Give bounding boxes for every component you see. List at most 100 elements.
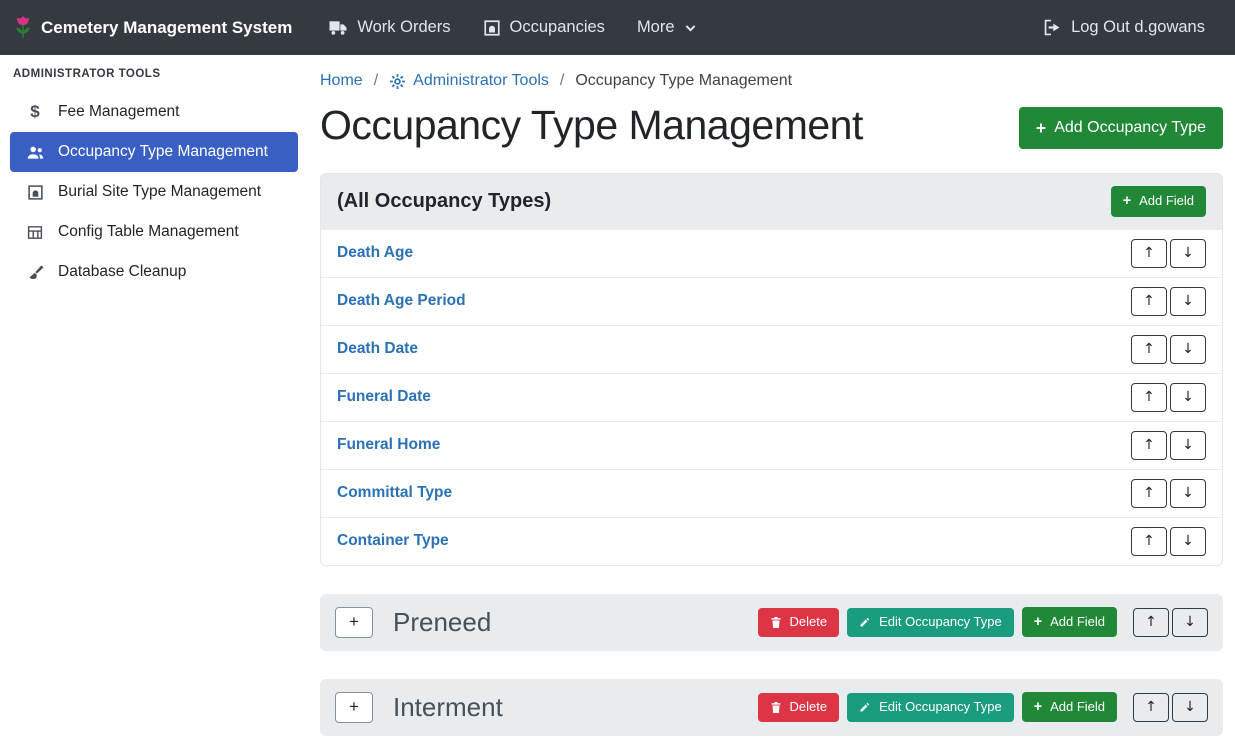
headstone-frame-icon xyxy=(25,184,45,201)
sidebar-item-label: Occupancy Type Management xyxy=(58,143,268,161)
field-link[interactable]: Container Type xyxy=(337,532,449,550)
breadcrumb-admin-tools-link[interactable]: Administrator Tools xyxy=(389,72,549,90)
field-row: Death Age ↑ ↓ xyxy=(321,229,1222,277)
edit-occupancy-type-button[interactable]: Edit Occupancy Type xyxy=(847,693,1014,722)
main-content: Home / Administrator Tools / Occupancy T… xyxy=(308,55,1235,738)
move-up-button[interactable]: ↑ xyxy=(1131,335,1167,364)
truck-icon xyxy=(328,19,348,36)
expand-button[interactable]: + xyxy=(335,607,373,638)
panels: + Preneed Delete Edit Occupancy Type xyxy=(320,594,1223,736)
pencil-icon xyxy=(859,701,871,713)
move-up-button[interactable]: ↑ xyxy=(1131,527,1167,556)
breadcrumb-home-link[interactable]: Home xyxy=(320,72,363,90)
plus-icon: + xyxy=(1034,699,1042,715)
field-link[interactable]: Funeral Date xyxy=(337,388,431,406)
field-row: Funeral Date ↑ ↓ xyxy=(321,373,1222,421)
nav-label: More xyxy=(637,18,675,37)
page-title: Occupancy Type Management xyxy=(320,102,863,149)
sidebar-item-occupancy-type-management[interactable]: Occupancy Type Management xyxy=(10,132,298,172)
users-icon xyxy=(25,144,45,161)
occupancy-type-title: Preneed xyxy=(393,607,758,638)
nav-label: Occupancies xyxy=(510,18,605,37)
delete-button[interactable]: Delete xyxy=(758,693,840,722)
sidebar-item-config-table-management[interactable]: Config Table Management xyxy=(10,212,298,252)
sidebar-item-database-cleanup[interactable]: Database Cleanup xyxy=(10,252,298,292)
reorder-buttons: ↑ ↓ xyxy=(1133,693,1208,722)
pencil-icon xyxy=(859,616,871,628)
edit-button-label: Edit Occupancy Type xyxy=(879,615,1002,630)
breadcrumb-separator: / xyxy=(374,72,378,90)
move-down-button[interactable]: ↓ xyxy=(1172,608,1208,637)
sidebar-item-burial-site-type-management[interactable]: Burial Site Type Management xyxy=(10,172,298,212)
delete-button[interactable]: Delete xyxy=(758,608,840,637)
delete-button-label: Delete xyxy=(790,700,828,715)
brand-link[interactable]: Cemetery Management System xyxy=(14,15,292,41)
breadcrumb-current: Occupancy Type Management xyxy=(575,72,792,90)
dollar-icon: $ xyxy=(25,102,45,122)
field-row: Funeral Home ↑ ↓ xyxy=(321,421,1222,469)
edit-occupancy-type-button[interactable]: Edit Occupancy Type xyxy=(847,608,1014,637)
expand-button[interactable]: + xyxy=(335,692,373,723)
field-link[interactable]: Death Age xyxy=(337,244,413,262)
sidebar-heading: Administrator Tools xyxy=(0,68,308,92)
plus-icon: + xyxy=(1123,193,1131,209)
gear-icon xyxy=(389,73,406,90)
reorder-buttons: ↑ ↓ xyxy=(1131,239,1206,268)
move-down-button[interactable]: ↓ xyxy=(1170,335,1206,364)
move-down-button[interactable]: ↓ xyxy=(1170,527,1206,556)
field-link[interactable]: Committal Type xyxy=(337,484,452,502)
delete-button-label: Delete xyxy=(790,615,828,630)
breadcrumb-label: Administrator Tools xyxy=(413,72,549,90)
logout-button[interactable]: Log Out d.gowans xyxy=(1027,0,1221,55)
fields-list: Death Age ↑ ↓ Death Age Period ↑ ↓ Death… xyxy=(321,229,1222,565)
breadcrumb: Home / Administrator Tools / Occupancy T… xyxy=(320,72,1223,90)
field-link[interactable]: Death Age Period xyxy=(337,292,466,310)
move-down-button[interactable]: ↓ xyxy=(1170,383,1206,412)
sidebar: Administrator Tools $ Fee Management Occ… xyxy=(0,55,308,738)
occupancy-type-title: Interment xyxy=(393,692,758,723)
move-down-button[interactable]: ↓ xyxy=(1170,479,1206,508)
add-field-button[interactable]: + Add Field xyxy=(1111,186,1206,216)
add-occupancy-type-button[interactable]: + Add Occupancy Type xyxy=(1019,107,1223,149)
add-field-button[interactable]: + Add Field xyxy=(1022,607,1117,637)
move-down-button[interactable]: ↓ xyxy=(1170,287,1206,316)
title-row: Occupancy Type Management + Add Occupanc… xyxy=(320,102,1223,149)
move-down-button[interactable]: ↓ xyxy=(1170,431,1206,460)
top-navbar: Cemetery Management System Work Orders O… xyxy=(0,0,1235,55)
move-up-button[interactable]: ↑ xyxy=(1131,479,1167,508)
sidebar-item-label: Burial Site Type Management xyxy=(58,183,261,201)
move-down-button[interactable]: ↓ xyxy=(1170,239,1206,268)
reorder-buttons: ↑ ↓ xyxy=(1133,608,1208,637)
sidebar-item-fee-management[interactable]: $ Fee Management xyxy=(10,92,298,132)
move-up-button[interactable]: ↑ xyxy=(1133,608,1169,637)
panel-actions: Delete Edit Occupancy Type + Add Field ↑… xyxy=(758,607,1208,637)
tulip-logo-icon xyxy=(14,15,32,41)
field-row: Death Date ↑ ↓ xyxy=(321,325,1222,373)
move-down-button[interactable]: ↓ xyxy=(1172,693,1208,722)
add-field-button[interactable]: + Add Field xyxy=(1022,692,1117,722)
reorder-buttons: ↑ ↓ xyxy=(1131,335,1206,364)
nav-label: Work Orders xyxy=(357,18,450,37)
move-up-button[interactable]: ↑ xyxy=(1131,383,1167,412)
reorder-buttons: ↑ ↓ xyxy=(1131,527,1206,556)
reorder-buttons: ↑ ↓ xyxy=(1131,479,1206,508)
move-up-button[interactable]: ↑ xyxy=(1131,239,1167,268)
trash-icon xyxy=(770,616,782,629)
panel-actions: Delete Edit Occupancy Type + Add Field ↑… xyxy=(758,692,1208,722)
nav-item-work-orders[interactable]: Work Orders xyxy=(312,0,466,55)
nav-item-more[interactable]: More xyxy=(621,0,713,55)
move-up-button[interactable]: ↑ xyxy=(1133,693,1169,722)
logout-label: Log Out d.gowans xyxy=(1071,18,1205,37)
move-up-button[interactable]: ↑ xyxy=(1131,287,1167,316)
logout-icon xyxy=(1043,19,1062,36)
all-occupancy-types-title: (All Occupancy Types) xyxy=(337,190,551,213)
reorder-buttons: ↑ ↓ xyxy=(1131,383,1206,412)
field-link[interactable]: Death Date xyxy=(337,340,418,358)
add-field-button-label: Add Field xyxy=(1050,615,1105,630)
move-up-button[interactable]: ↑ xyxy=(1131,431,1167,460)
nav-item-occupancies[interactable]: Occupancies xyxy=(467,0,621,55)
sidebar-item-label: Database Cleanup xyxy=(58,263,186,281)
field-link[interactable]: Funeral Home xyxy=(337,436,440,454)
add-field-button-label: Add Field xyxy=(1050,700,1105,715)
field-row: Container Type ↑ ↓ xyxy=(321,517,1222,565)
